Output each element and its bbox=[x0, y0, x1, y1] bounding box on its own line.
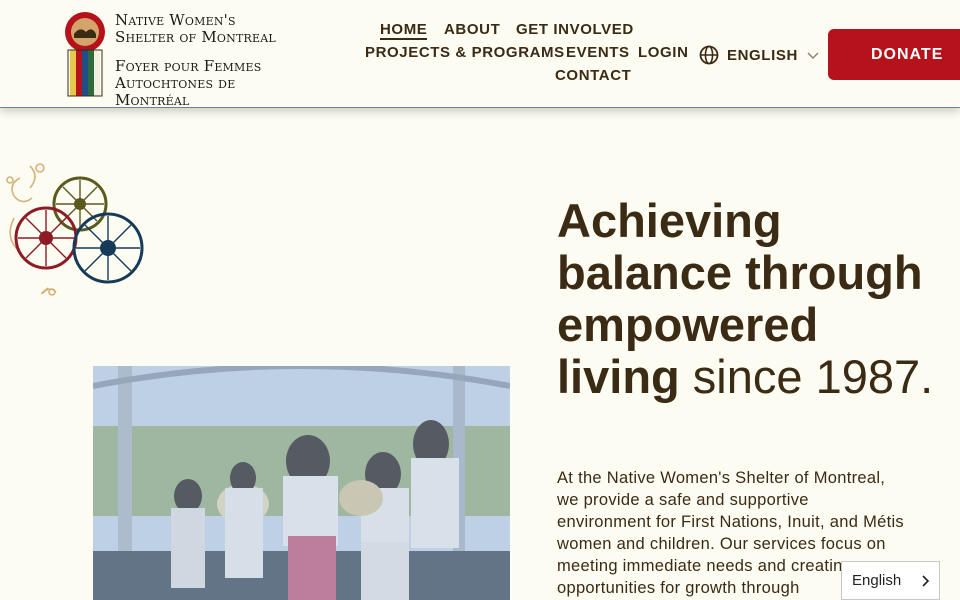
flower-navy bbox=[72, 212, 144, 284]
logo-emblem-icon bbox=[65, 12, 105, 97]
globe-icon bbox=[699, 45, 719, 65]
language-label: English bbox=[727, 46, 798, 64]
nav-about[interactable]: About bbox=[444, 21, 500, 38]
flower-red bbox=[14, 206, 78, 270]
site-header: Native Women's Shelter of Montreal Foyer… bbox=[0, 0, 960, 109]
logo-line-1: Native Women's bbox=[115, 11, 236, 29]
logo-text: Native Women's Shelter of Montreal Foyer… bbox=[115, 12, 277, 109]
chevron-down-icon bbox=[807, 52, 819, 59]
language-widget-label: English bbox=[852, 572, 902, 589]
donate-button[interactable]: Donate bbox=[828, 29, 960, 80]
headline-light: since 1987. bbox=[692, 350, 934, 403]
nav-projects-programs[interactable]: Projects & Programs bbox=[365, 44, 565, 61]
hero-headline: Achieving balance through empowered livi… bbox=[557, 195, 937, 403]
logo[interactable]: Native Women's Shelter of Montreal Foyer… bbox=[62, 10, 277, 109]
nav-login[interactable]: Login bbox=[638, 44, 689, 61]
nav-events[interactable]: Events bbox=[566, 44, 630, 61]
logo-line-3: Foyer pour Femmes bbox=[115, 57, 262, 75]
floral-beadwork-decoration bbox=[6, 163, 144, 296]
language-widget[interactable]: English bbox=[841, 561, 940, 600]
chevron-right-icon bbox=[922, 574, 930, 587]
logo-line-4: Autochtones de Montréal bbox=[115, 74, 236, 109]
language-selector[interactable]: English bbox=[699, 44, 820, 66]
logo-line-2: Shelter of Montreal bbox=[115, 28, 276, 46]
nav-home[interactable]: Home bbox=[380, 21, 428, 40]
nav-get-involved[interactable]: Get Involved bbox=[516, 21, 634, 38]
hero-photo bbox=[93, 366, 510, 600]
drum-circle-photo bbox=[93, 366, 510, 600]
nav-contact[interactable]: Contact bbox=[555, 67, 631, 84]
